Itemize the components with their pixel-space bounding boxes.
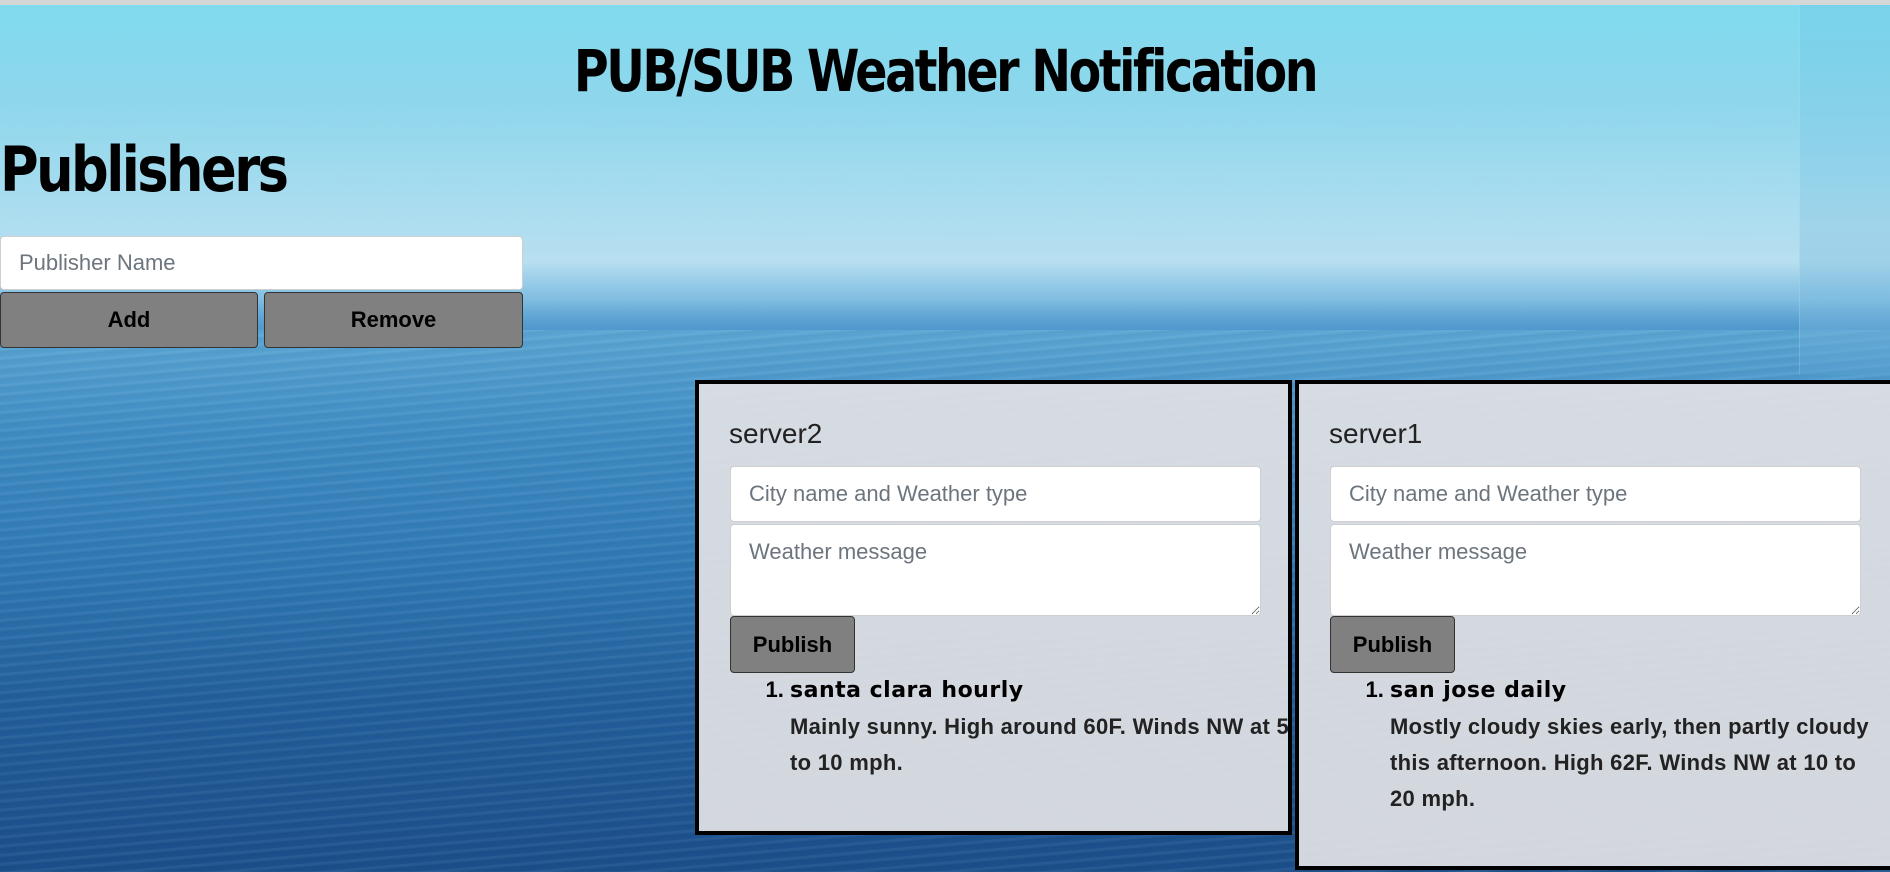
publish-button[interactable]: Publish bbox=[1330, 616, 1455, 673]
top-border-line bbox=[0, 0, 1890, 5]
page-title: PUB/SUB Weather Notification bbox=[573, 37, 1319, 105]
background-image-edge bbox=[1799, 5, 1890, 375]
city-weather-type-input[interactable] bbox=[1330, 466, 1861, 522]
weather-message-textarea[interactable] bbox=[1330, 524, 1861, 616]
city-weather-type-input[interactable] bbox=[730, 466, 1261, 522]
message-title: santa clara hourly bbox=[790, 678, 1024, 703]
message-body: Mostly cloudy skies early, then partly c… bbox=[1390, 714, 1869, 811]
server-name: server1 bbox=[1329, 418, 1423, 449]
publishers-heading: Publishers bbox=[0, 133, 289, 206]
list-item: san jose daily Mostly cloudy skies early… bbox=[1390, 672, 1870, 817]
weather-message-textarea[interactable] bbox=[730, 524, 1261, 616]
server-card-server1: server1 Publish san jose daily Mostly cl… bbox=[1295, 380, 1890, 870]
server-name: server2 bbox=[729, 418, 823, 449]
remove-publisher-button[interactable]: Remove bbox=[264, 292, 523, 348]
server-card-server2: server2 Publish santa clara hourly Mainl… bbox=[695, 380, 1292, 835]
published-messages-list: santa clara hourly Mainly sunny. High ar… bbox=[730, 672, 1290, 781]
publisher-name-input[interactable] bbox=[0, 236, 523, 290]
list-item: santa clara hourly Mainly sunny. High ar… bbox=[790, 672, 1290, 781]
published-messages-list: san jose daily Mostly cloudy skies early… bbox=[1330, 672, 1870, 817]
message-title: san jose daily bbox=[1390, 678, 1567, 703]
message-body: Mainly sunny. High around 60F. Winds NW … bbox=[790, 714, 1290, 775]
add-publisher-button[interactable]: Add bbox=[0, 292, 258, 348]
publish-button[interactable]: Publish bbox=[730, 616, 855, 673]
